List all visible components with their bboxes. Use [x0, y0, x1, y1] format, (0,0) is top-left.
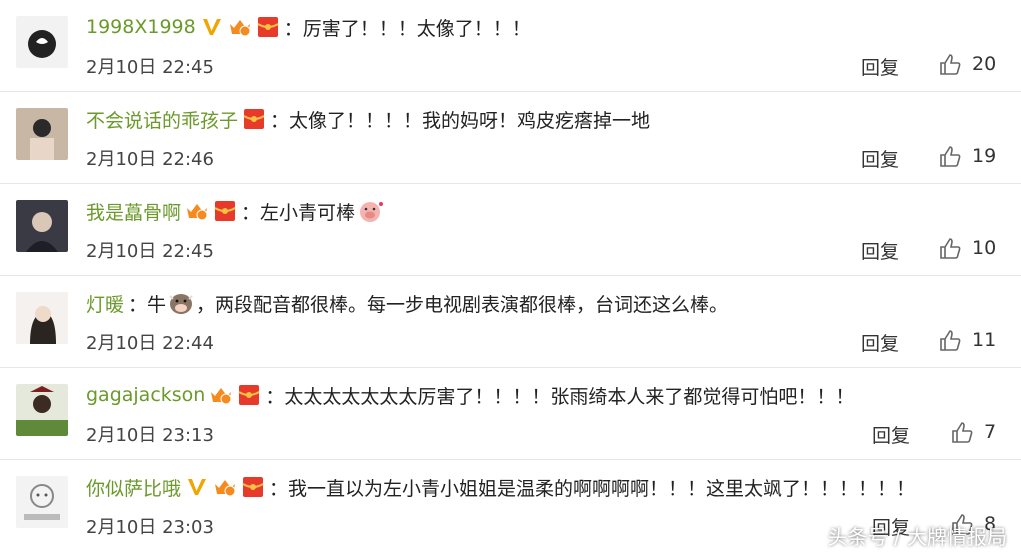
- comment-text: ：厉害了！！！太像了！！！: [283, 17, 531, 40]
- thumbs-up-icon[interactable]: [938, 53, 962, 77]
- comment-line: 不会说话的乖孩子 ：太像了！！！！我的妈呀！鸡皮疙瘩掉一地: [86, 104, 650, 134]
- like-count: 20: [972, 53, 997, 75]
- comment-row: 我是藠骨啊 ：左小青可棒 2月10日 22:45 回复 10: [0, 184, 1021, 276]
- like-count: 11: [972, 329, 997, 351]
- like-count: 10: [972, 237, 997, 259]
- avatar[interactable]: [16, 292, 68, 344]
- crown-level-icon: [229, 20, 251, 37]
- crown-level-icon: [215, 480, 236, 497]
- red-packet-icon: [257, 17, 279, 37]
- avatar[interactable]: [16, 384, 68, 436]
- comment-date: 2月10日 23:03: [86, 517, 214, 538]
- reply-button[interactable]: 回复: [861, 145, 899, 172]
- verified-badge-icon: [188, 479, 207, 495]
- red-packet-icon: [238, 385, 260, 405]
- comment-line: 你似萨比哦 ：我一直以为左小青小姐姐是温柔的啊啊啊啊！！！这里太飒了！！！！！！: [86, 472, 915, 502]
- thumbs-up-icon[interactable]: [938, 237, 962, 261]
- crown-level-icon: [211, 388, 232, 405]
- reply-button[interactable]: 回复: [872, 421, 910, 448]
- username[interactable]: 灯暖: [86, 290, 124, 317]
- comment-row: 不会说话的乖孩子 ：太像了！！！！我的妈呀！鸡皮疙瘩掉一地 2月10日 22:4…: [0, 92, 1021, 184]
- reply-button[interactable]: 回复: [861, 53, 899, 80]
- cow-emoji-icon: [169, 294, 193, 314]
- avatar[interactable]: [16, 16, 68, 68]
- crown-level-icon: [187, 204, 208, 221]
- username[interactable]: 不会说话的乖孩子: [86, 106, 238, 133]
- comment-date: 2月10日 22:44: [86, 333, 214, 354]
- thumbs-up-icon[interactable]: [938, 145, 962, 169]
- comment-text: ：太太太太太太太厉害了！！！！张雨绮本人来了都觉得可怕吧！！！: [265, 385, 855, 408]
- comment-line: 我是藠骨啊 ：左小青可棒: [86, 196, 385, 226]
- comment-date: 2月10日 23:13: [86, 425, 214, 446]
- comment-row: 灯暖 ：牛 ，两段配音都很棒。每一步电视剧表演都很棒，台词还这么棒。 2月10日…: [0, 276, 1021, 368]
- comment-text: ：牛: [128, 293, 167, 316]
- comment-text: ：太像了！！！！我的妈呀！鸡皮疙瘩掉一地: [270, 109, 651, 132]
- comment-line: 灯暖 ：牛 ，两段配音都很棒。每一步电视剧表演都很棒，台词还这么棒。: [86, 288, 728, 318]
- comment-row: gagajackson ：太太太太太太太厉害了！！！！张雨绮本人来了都觉得可怕吧…: [0, 368, 1021, 460]
- reply-button[interactable]: 回复: [861, 237, 899, 264]
- avatar[interactable]: [16, 476, 68, 528]
- avatar[interactable]: [16, 200, 68, 252]
- reply-button[interactable]: 回复: [861, 329, 899, 356]
- like-count: 7: [984, 421, 997, 443]
- username[interactable]: gagajackson: [86, 384, 205, 406]
- username[interactable]: 我是藠骨啊: [86, 198, 181, 225]
- comment-date: 2月10日 22:45: [86, 241, 214, 262]
- pig-emoji-icon: [360, 202, 384, 222]
- username[interactable]: 你似萨比哦: [86, 474, 181, 501]
- red-packet-icon: [214, 201, 236, 221]
- verified-badge-icon: [202, 19, 221, 35]
- comment-text: ：左小青可棒: [241, 201, 356, 224]
- comment-text: ：我一直以为左小青小姐姐是温柔的啊啊啊啊！！！这里太飒了！！！！！！: [269, 477, 916, 500]
- avatar[interactable]: [16, 108, 68, 160]
- thumbs-up-icon[interactable]: [950, 421, 974, 445]
- comment-text-continued: ，两段配音都很棒。每一步电视剧表演都很棒，台词还这么棒。: [196, 293, 729, 316]
- red-packet-icon: [243, 109, 265, 129]
- comment-date: 2月10日 22:46: [86, 149, 214, 170]
- comment-line: gagajackson ：太太太太太太太厉害了！！！！张雨绮本人来了都觉得可怕吧…: [86, 380, 854, 410]
- comment-line: 1998X1998 ：厉害了！！！太像了！！！: [86, 12, 531, 42]
- comment-date: 2月10日 22:45: [86, 57, 214, 78]
- like-count: 19: [972, 145, 997, 167]
- username[interactable]: 1998X1998: [86, 16, 196, 38]
- watermark: 头条号 / 大牌情报局: [827, 525, 1007, 549]
- comment-row: 1998X1998 ：厉害了！！！太像了！！！ 2月10日 22:45 回复 2…: [0, 0, 1021, 92]
- thumbs-up-icon[interactable]: [938, 329, 962, 353]
- red-packet-icon: [242, 477, 264, 497]
